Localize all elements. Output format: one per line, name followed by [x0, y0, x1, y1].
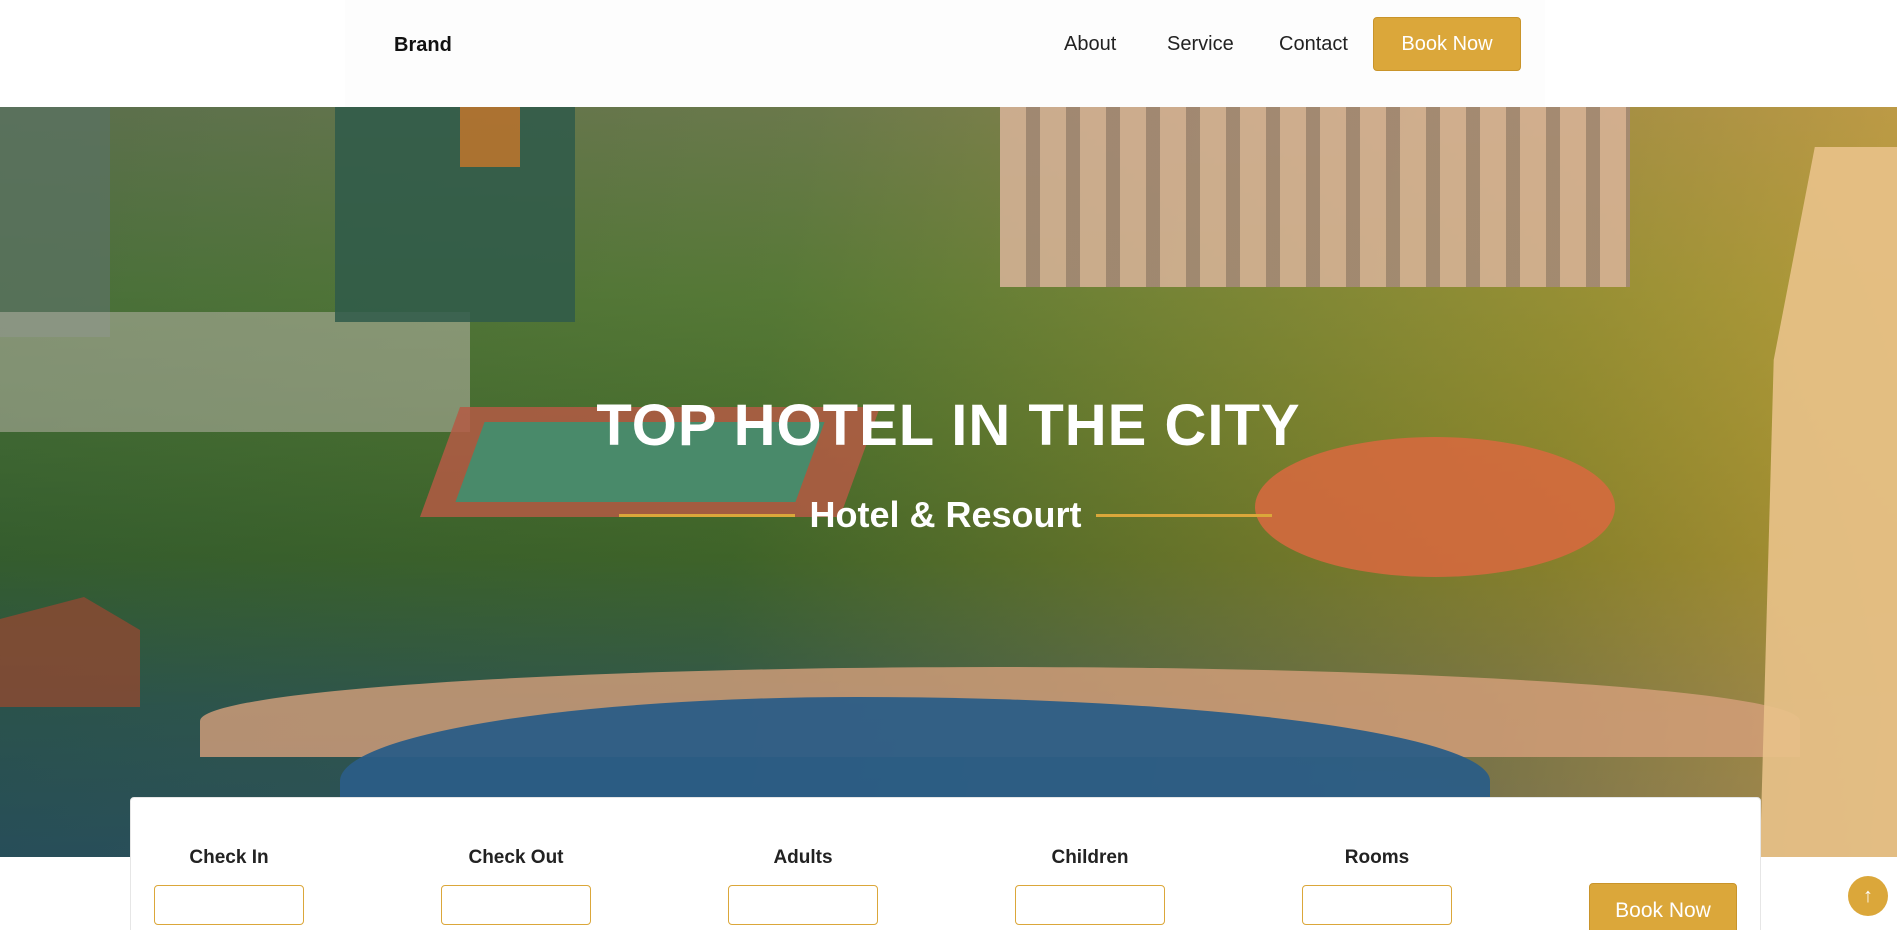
nav-link-contact[interactable]: Contact	[1279, 33, 1348, 56]
check-out-field: Check Out	[441, 847, 591, 925]
hero-divider-left	[619, 513, 796, 517]
check-in-label: Check In	[189, 847, 269, 868]
check-out-input[interactable]	[441, 885, 591, 925]
adults-field: Adults	[728, 847, 878, 925]
hero-building-windows	[1000, 107, 1630, 287]
adults-input[interactable]	[728, 885, 878, 925]
hero-building-left	[0, 107, 110, 337]
check-in-input[interactable]	[154, 885, 304, 925]
nav-link-service[interactable]: Service	[1167, 33, 1234, 56]
booking-book-now-button[interactable]: Book Now	[1589, 883, 1737, 930]
hero-subtitle-row: Hotel & Resourt	[619, 490, 1272, 540]
header-book-now-button[interactable]: Book Now	[1373, 17, 1521, 71]
hero-subtitle: Hotel & Resourt	[809, 494, 1082, 535]
nav-link-about[interactable]: About	[1064, 33, 1116, 56]
children-input[interactable]	[1015, 885, 1165, 925]
site-header: Brand About Service Contact Book Now	[0, 0, 1897, 107]
hero-title: TOP HOTEL IN THE CITY	[596, 393, 1301, 458]
brand-logo[interactable]: Brand	[394, 34, 452, 57]
hero-scaffold	[460, 107, 520, 167]
check-in-field: Check In	[154, 847, 304, 925]
rooms-input[interactable]	[1302, 885, 1452, 925]
rooms-field: Rooms	[1302, 847, 1452, 925]
scroll-to-top-button[interactable]: ↑	[1848, 876, 1888, 916]
children-label: Children	[1051, 847, 1129, 868]
hero-roof	[0, 597, 140, 707]
hero-building-construction	[335, 107, 575, 322]
hero-divider-right	[1095, 513, 1272, 517]
hero-section: TOP HOTEL IN THE CITY Hotel & Resourt	[0, 107, 1897, 857]
arrow-up-icon: ↑	[1863, 884, 1873, 907]
hero-building-right	[1760, 147, 1897, 857]
adults-label: Adults	[773, 847, 833, 868]
children-field: Children	[1015, 847, 1165, 925]
booking-panel: Check In Check Out Adults Children Rooms…	[130, 797, 1761, 930]
header-container	[345, 0, 1545, 107]
check-out-label: Check Out	[468, 847, 564, 868]
rooms-label: Rooms	[1344, 847, 1410, 868]
